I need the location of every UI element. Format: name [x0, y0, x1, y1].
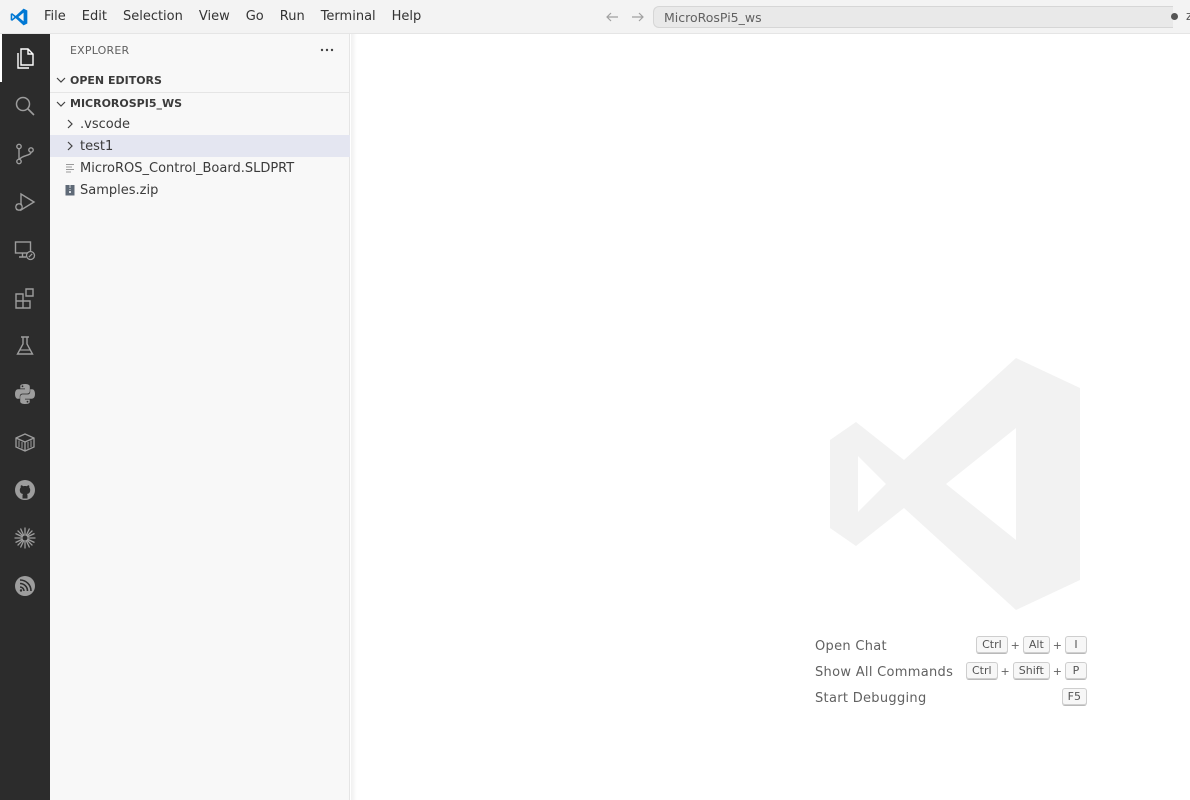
tree-item-label: .vscode — [80, 116, 130, 132]
explorer-icon[interactable] — [0, 34, 50, 82]
editor-divider-shadow — [351, 34, 357, 800]
explorer-title: EXPLORER — [70, 44, 130, 57]
run-debug-icon[interactable] — [0, 178, 50, 226]
menu-terminal[interactable]: Terminal — [313, 0, 384, 34]
tree-item-test1-folder[interactable]: test1 — [50, 135, 350, 157]
workspace-section[interactable]: MICROROSPI5_WS — [50, 92, 350, 114]
menu-file[interactable]: File — [36, 0, 74, 34]
text-file-icon — [66, 164, 74, 173]
more-actions-icon[interactable] — [318, 42, 336, 58]
esp-idf-icon[interactable] — [0, 562, 50, 610]
workspace-label: MICROROSPI5_WS — [70, 97, 183, 110]
menu-run[interactable]: Run — [272, 0, 313, 34]
shortcut-label: Show All Commands — [815, 664, 954, 680]
tree-item-vscode-folder[interactable]: .vscode — [50, 113, 350, 135]
key-separator: + — [1010, 638, 1020, 652]
command-center-search[interactable]: MicroRosPi5_ws — [653, 6, 1173, 28]
key-separator: + — [1000, 664, 1010, 678]
activity-bar — [0, 34, 50, 800]
key-cap: I — [1065, 636, 1087, 654]
title-bar: File Edit Selection View Go Run Terminal… — [0, 0, 1190, 34]
menu-edit[interactable]: Edit — [74, 0, 115, 34]
keybinding: Ctrl + Alt + I — [976, 636, 1087, 654]
menu-view[interactable]: View — [191, 0, 238, 34]
key-separator: + — [1052, 638, 1062, 652]
remote-explorer-icon[interactable] — [0, 226, 50, 274]
python-icon[interactable] — [0, 370, 50, 418]
shortcut-show-all-commands: Show All Commands Ctrl + Shift + P — [815, 661, 1087, 683]
keybinding: Ctrl + Shift + P — [965, 662, 1087, 680]
menu-go[interactable]: Go — [238, 0, 272, 34]
key-cap: F5 — [1061, 688, 1087, 706]
tree-item-label: Samples.zip — [80, 182, 159, 198]
command-center-text: MicroRosPi5_ws — [664, 10, 762, 25]
tree-item-sldprt-file[interactable]: MicroROS_Control_Board.SLDPRT — [50, 157, 350, 179]
open-editors-label: OPEN EDITORS — [70, 73, 162, 87]
menu-bar: File Edit Selection View Go Run Terminal… — [36, 0, 429, 34]
clipped-title-text: z — [1186, 9, 1190, 23]
source-control-icon[interactable] — [0, 130, 50, 178]
tree-item-zip-file[interactable]: Samples.zip — [50, 179, 350, 201]
status-dot-icon — [1171, 13, 1178, 20]
sparkle-icon[interactable] — [0, 514, 50, 562]
menu-selection[interactable]: Selection — [115, 0, 191, 34]
shortcut-open-chat: Open Chat Ctrl + Alt + I — [815, 635, 1087, 657]
extensions-icon[interactable] — [0, 274, 50, 322]
arrow-right-icon[interactable] — [630, 9, 646, 25]
shortcut-start-debugging: Start Debugging F5 — [815, 687, 1087, 709]
chevron-right-icon — [67, 141, 73, 151]
github-icon[interactable] — [0, 466, 50, 514]
open-editors-section[interactable]: OPEN EDITORS — [50, 69, 350, 91]
shortcut-label: Open Chat — [815, 638, 887, 654]
arrow-left-icon[interactable] — [604, 9, 620, 25]
zip-file-icon — [65, 185, 75, 196]
key-separator: + — [1052, 664, 1062, 678]
key-cap: Alt — [1022, 636, 1050, 654]
chevron-down-icon — [56, 101, 66, 107]
vscode-logo-icon[interactable] — [9, 7, 29, 27]
key-cap: Shift — [1012, 662, 1050, 680]
explorer-sidebar: EXPLORER OPEN EDITORS MICROROSPI5_WS .vs… — [50, 34, 350, 800]
vscode-watermark-icon — [830, 358, 1080, 610]
tree-item-label: test1 — [80, 138, 114, 154]
key-cap: P — [1065, 662, 1087, 680]
shortcut-label: Start Debugging — [815, 690, 927, 706]
key-cap: Ctrl — [965, 662, 998, 680]
menu-help[interactable]: Help — [384, 0, 430, 34]
chevron-down-icon — [56, 77, 66, 83]
chevron-right-icon — [67, 119, 73, 129]
container-icon[interactable] — [0, 418, 50, 466]
search-icon[interactable] — [0, 82, 50, 130]
tree-item-label: MicroROS_Control_Board.SLDPRT — [80, 160, 295, 176]
key-cap: Ctrl — [976, 636, 1008, 654]
keybinding: F5 — [1061, 688, 1087, 706]
testing-icon[interactable] — [0, 322, 50, 370]
